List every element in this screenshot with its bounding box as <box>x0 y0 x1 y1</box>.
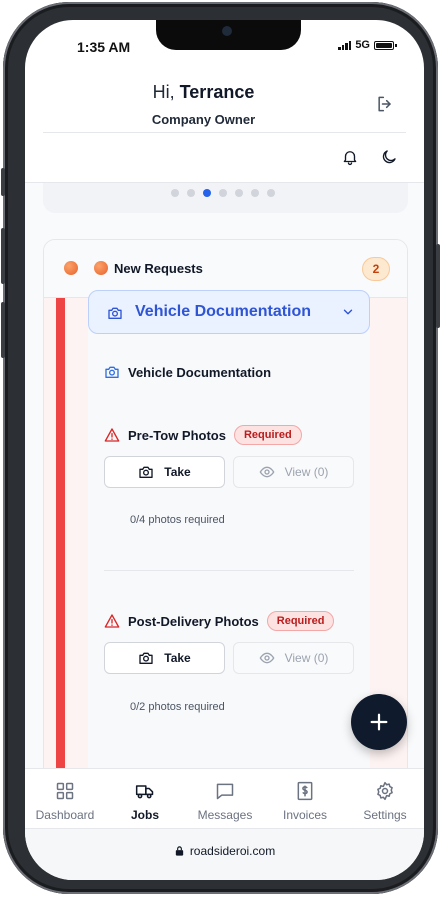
priority-strip <box>56 298 65 768</box>
eye-icon <box>259 466 274 478</box>
group-divider <box>104 570 354 571</box>
carousel-dot[interactable] <box>187 189 195 197</box>
grid-icon <box>56 782 74 800</box>
take-photo-button[interactable]: Take <box>104 456 225 488</box>
tab-label: Messages <box>197 808 253 822</box>
greeting-prefix: Hi, <box>152 82 180 102</box>
screen: 1:35 AM 5G Hi, Terrance Company Owner Ne… <box>25 20 424 880</box>
status-time: 1:35 AM <box>77 39 131 55</box>
greeting: Hi, Terrance <box>25 82 382 103</box>
app-header: Hi, Terrance Company Owner <box>25 72 424 144</box>
tab-label: Invoices <box>282 808 328 822</box>
tab-settings[interactable]: Settings <box>345 769 424 829</box>
bottom-tab-bar: Dashboard Jobs Messages Invoices Setting… <box>25 768 424 828</box>
carousel-card <box>43 183 408 213</box>
new-requests-title: New Requests <box>114 261 203 276</box>
chevron-down-icon <box>343 309 353 315</box>
take-photo-button[interactable]: Take <box>104 642 225 674</box>
photos-required-hint: 0/2 photos required <box>130 701 225 713</box>
request-item: Vehicle Documentation Vehicle Documentat… <box>44 290 407 768</box>
photo-group-label: Post-Delivery Photos <box>128 613 259 629</box>
warning-icon <box>104 428 120 442</box>
main-content: New Requests 2 Vehicle Documentation Veh… <box>25 183 424 768</box>
view-label: View (0) <box>284 465 329 479</box>
logout-icon[interactable] <box>375 94 395 114</box>
photo-group-title: Pre-Tow Photos Required <box>104 425 302 445</box>
photos-required-hint: 0/4 photos required <box>130 514 225 526</box>
new-requests-count-badge: 2 <box>362 257 390 281</box>
user-role: Company Owner <box>151 112 256 127</box>
toolbar <box>25 144 424 180</box>
volume-down-button <box>1 302 5 358</box>
add-button[interactable] <box>351 694 407 750</box>
take-label: Take <box>164 465 191 479</box>
url-display: roadsideroi.com <box>25 844 424 858</box>
subsection-heading: Vehicle Documentation <box>104 364 271 380</box>
mute-switch <box>1 168 5 196</box>
camera-icon <box>139 466 153 478</box>
battery-icon <box>374 40 397 50</box>
status-dot <box>64 261 78 275</box>
lock-icon <box>175 846 183 856</box>
message-icon <box>216 783 234 800</box>
moon-icon[interactable] <box>380 148 398 166</box>
invoice-icon <box>297 781 313 801</box>
camera-icon <box>108 307 122 319</box>
tab-jobs[interactable]: Jobs <box>105 769 185 829</box>
warning-icon <box>104 614 120 628</box>
notch <box>156 20 301 50</box>
view-label: View (0) <box>284 651 329 665</box>
vehicle-documentation-toggle[interactable]: Vehicle Documentation <box>88 290 370 334</box>
new-requests-card: New Requests 2 Vehicle Documentation Veh… <box>43 239 408 768</box>
new-requests-dot <box>94 261 108 275</box>
required-badge: Required <box>233 425 302 445</box>
signal-icon <box>338 40 352 50</box>
user-name: Terrance <box>179 82 255 102</box>
bell-icon[interactable] <box>341 148 359 166</box>
phone-frame: 1:35 AM 5G Hi, Terrance Company Owner Ne… <box>1 2 440 894</box>
camera-icon <box>105 366 119 378</box>
gear-icon <box>377 781 393 801</box>
header-divider <box>43 132 406 133</box>
section-title: Vehicle Documentation <box>135 303 312 320</box>
network-type: 5G <box>355 39 370 51</box>
view-photos-button[interactable]: View (0) <box>233 456 354 488</box>
tab-label: Jobs <box>130 808 159 822</box>
eye-icon <box>259 652 274 664</box>
carousel-dot[interactable] <box>203 189 211 197</box>
power-button <box>436 244 440 328</box>
subsection-title: Vehicle Documentation <box>128 364 272 380</box>
tab-label: Settings <box>363 808 407 822</box>
front-camera <box>222 26 232 36</box>
carousel-dot[interactable] <box>235 189 243 197</box>
tab-label: Dashboard <box>35 808 95 822</box>
plus-icon <box>370 713 388 731</box>
required-badge: Required <box>266 611 335 631</box>
photo-group-label: Pre-Tow Photos <box>128 427 226 443</box>
carousel-dot[interactable] <box>219 189 227 197</box>
volume-up-button <box>1 228 5 284</box>
url-text: roadsideroi.com <box>189 844 276 858</box>
take-label: Take <box>164 651 191 665</box>
tab-dashboard[interactable]: Dashboard <box>25 769 105 829</box>
photo-group-title: Post-Delivery Photos Required <box>104 611 335 631</box>
tab-messages[interactable]: Messages <box>185 769 265 829</box>
camera-icon <box>139 652 153 664</box>
carousel-dot[interactable] <box>171 189 179 197</box>
carousel-dots <box>171 189 275 197</box>
view-photos-button[interactable]: View (0) <box>233 642 354 674</box>
status-indicators: 5G <box>338 39 397 51</box>
browser-url-bar[interactable]: roadsideroi.com <box>25 828 424 880</box>
tab-invoices[interactable]: Invoices <box>265 769 345 829</box>
carousel-dot[interactable] <box>267 189 275 197</box>
carousel-dot[interactable] <box>251 189 259 197</box>
truck-icon <box>135 785 154 799</box>
